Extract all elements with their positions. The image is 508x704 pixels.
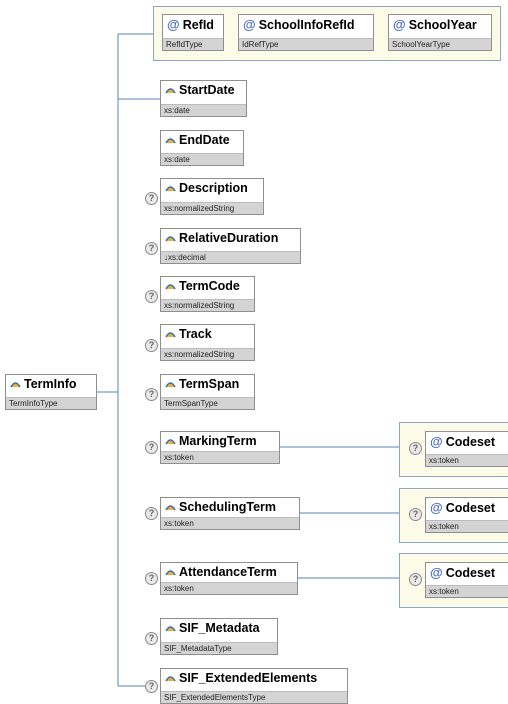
element-relativeduration[interactable]: RelativeDuration ↓xs:decimal [160, 228, 301, 264]
element-schedulingterm[interactable]: SchedulingTerm xs:token [160, 497, 300, 530]
element-type: xs:token [161, 517, 299, 529]
optional-marker-icon: ? [145, 242, 158, 255]
element-type: TermInfoType [6, 397, 96, 409]
attribute-name: Codeset [445, 501, 496, 515]
schedulingterm-attribute-group: ? @ Codeset xs:token [399, 488, 508, 543]
element-type: ↓xs:decimal [161, 251, 300, 263]
element-name: Track [179, 327, 212, 341]
attribute-codeset[interactable]: @ Codeset xs:token [425, 497, 508, 533]
optional-marker-icon: ? [409, 442, 422, 455]
attribute-name: RefId [182, 18, 214, 32]
element-type: TermSpanType [161, 397, 254, 409]
element-type: xs:token [161, 451, 279, 463]
element-name: TermInfo [24, 377, 77, 391]
element-type: xs:token [161, 582, 297, 594]
element-type: xs:normalizedString [161, 348, 254, 360]
element-icon [165, 236, 176, 242]
element-sif-extendedelements[interactable]: SIF_ExtendedElements SIF_ExtendedElement… [160, 668, 348, 704]
optional-marker-icon: ? [145, 388, 158, 401]
element-icon [10, 382, 21, 388]
attribute-icon: @ [430, 565, 443, 580]
attribute-name: Codeset [445, 435, 496, 449]
optional-marker-icon: ? [409, 508, 422, 521]
attribute-refid[interactable]: @ RefId RefIdType [162, 14, 224, 51]
optional-marker-icon: ? [409, 573, 422, 586]
element-icon [165, 676, 176, 682]
attribute-group: @ RefId RefIdType @ SchoolInfoRefId IdRefT… [153, 6, 501, 61]
element-icon [165, 332, 176, 338]
element-name: MarkingTerm [179, 434, 257, 448]
element-markingterm[interactable]: MarkingTerm xs:token [160, 431, 280, 464]
optional-marker-icon: ? [145, 507, 158, 520]
element-termspan[interactable]: TermSpan TermSpanType [160, 374, 255, 410]
element-icon [165, 138, 176, 144]
element-attendanceterm[interactable]: AttendanceTerm xs:token [160, 562, 298, 595]
element-termcode[interactable]: TermCode xs:normalizedString [160, 276, 255, 312]
attribute-type: RefIdType [163, 38, 223, 50]
element-type: SIF_ExtendedElementsType [161, 691, 347, 703]
attribute-icon: @ [167, 17, 180, 32]
element-icon [165, 382, 176, 388]
root-element-terminfo[interactable]: TermInfo TermInfoType [5, 374, 97, 410]
element-type: xs:date [161, 104, 246, 116]
element-name: SIF_ExtendedElements [179, 671, 318, 685]
attribute-icon: @ [393, 17, 406, 32]
element-description[interactable]: Description xs:normalizedString [160, 178, 264, 215]
element-icon [165, 284, 176, 290]
element-icon [165, 88, 176, 94]
attribute-type: xs:token [426, 520, 508, 532]
element-type: xs:date [161, 153, 243, 165]
element-name: AttendanceTerm [179, 565, 277, 579]
optional-marker-icon: ? [145, 290, 158, 303]
element-icon [165, 626, 176, 632]
element-name: RelativeDuration [179, 231, 279, 245]
element-name: TermSpan [179, 377, 240, 391]
markingterm-attribute-group: ? @ Codeset xs:token [399, 422, 508, 477]
attribute-type: xs:token [426, 454, 508, 466]
attribute-name: Codeset [445, 566, 496, 580]
element-name: Description [179, 181, 248, 195]
element-icon [165, 570, 176, 576]
element-track[interactable]: Track xs:normalizedString [160, 324, 255, 361]
optional-marker-icon: ? [145, 339, 158, 352]
attribute-name: SchoolInfoRefId [258, 18, 355, 32]
attribute-name: SchoolYear [408, 18, 477, 32]
element-type: SIF_MetadataType [161, 642, 277, 654]
element-startdate[interactable]: StartDate xs:date [160, 80, 247, 117]
element-name: SIF_Metadata [179, 621, 260, 635]
attribute-codeset[interactable]: @ Codeset xs:token [425, 562, 508, 598]
element-icon [165, 439, 176, 445]
element-sif-metadata[interactable]: SIF_Metadata SIF_MetadataType [160, 618, 278, 655]
attribute-type: SchoolYearType [389, 38, 491, 50]
element-name: TermCode [179, 279, 240, 293]
optional-marker-icon: ? [145, 632, 158, 645]
attribute-icon: @ [430, 500, 443, 515]
attribute-schoolinforefid[interactable]: @ SchoolInfoRefId IdRefType [238, 14, 374, 51]
element-type: xs:normalizedString [161, 299, 254, 311]
element-enddate[interactable]: EndDate xs:date [160, 130, 244, 166]
element-type: xs:normalizedString [161, 202, 263, 214]
attribute-schoolyear[interactable]: @ SchoolYear SchoolYearType [388, 14, 492, 51]
optional-marker-icon: ? [145, 680, 158, 693]
attendanceterm-attribute-group: ? @ Codeset xs:token [399, 553, 508, 608]
element-icon [165, 505, 176, 511]
attribute-icon: @ [430, 434, 443, 449]
element-icon [165, 186, 176, 192]
optional-marker-icon: ? [145, 192, 158, 205]
element-name: SchedulingTerm [179, 500, 277, 514]
optional-marker-icon: ? [145, 441, 158, 454]
attribute-type: IdRefType [239, 38, 373, 50]
optional-marker-icon: ? [145, 572, 158, 585]
attribute-icon: @ [243, 17, 256, 32]
attribute-codeset[interactable]: @ Codeset xs:token [425, 431, 508, 467]
attribute-type: xs:token [426, 585, 508, 597]
element-name: StartDate [179, 83, 235, 97]
element-name: EndDate [179, 133, 230, 147]
